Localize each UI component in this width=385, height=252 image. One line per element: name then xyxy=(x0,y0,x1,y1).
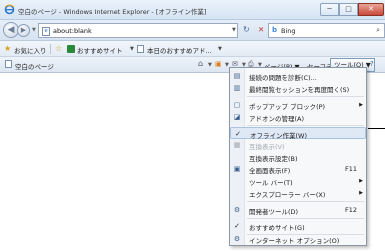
menu-item-compat-view: ▦ 互換表示(V) xyxy=(230,139,366,151)
window-title: 空白のページ - Windows Internet Explorer - [オフ… xyxy=(18,8,207,16)
home-dropdown-icon[interactable]: ▼ xyxy=(208,62,212,68)
fullscreen-icon: ▣ xyxy=(233,165,241,173)
menu-separator xyxy=(247,218,364,219)
ie-logo-icon xyxy=(4,4,15,15)
suggested-sites-dropdown-icon[interactable]: ▼ xyxy=(130,46,134,52)
suggested-sites-icon xyxy=(67,45,75,53)
menu-item-suggested-sites[interactable]: ✓ おすすめサイト(G) xyxy=(230,220,366,232)
submenu-arrow-icon: ▶ xyxy=(359,102,363,108)
menu-separator xyxy=(247,125,364,126)
maximize-button[interactable]: □ xyxy=(339,3,358,16)
close-button[interactable]: ✕ xyxy=(358,3,384,16)
tab-title[interactable]: 空白のページ xyxy=(15,61,54,71)
tab-page-icon xyxy=(5,60,12,68)
menu-item-label: 互換表示設定(B) xyxy=(249,155,298,163)
diagnose-icon: ▤ xyxy=(233,72,241,80)
submenu-arrow-icon: ▶ xyxy=(359,190,363,196)
menu-item-diagnose[interactable]: ▤ 接続の問題を診断(C)... xyxy=(230,70,366,82)
devtools-icon: ⚙ xyxy=(233,206,241,214)
today-addons-link[interactable]: 本日のおすすめアド... xyxy=(147,45,212,55)
address-row: ◀ ▶ ▼ e about:blank ▼ ↻ ✕ b Bing ⌕ xyxy=(0,20,385,41)
popup-icon: ▢ xyxy=(233,101,241,109)
address-field[interactable]: e about:blank xyxy=(38,23,238,38)
refresh-icon[interactable]: ↻ xyxy=(243,25,250,34)
tools-menu: ▤ 接続の問題を診断(C)... ▥ 最終閲覧セッションを再度開く(S) ▢ ポ… xyxy=(229,67,367,246)
title-bar: 空白のページ - Windows Internet Explorer - [オフ… xyxy=(0,0,385,20)
check-icon: ✓ xyxy=(235,130,241,138)
menu-item-label: 最終閲覧セッションを再度開く(S) xyxy=(249,86,350,94)
addon-icon: ◪ xyxy=(233,113,241,121)
menu-item-label: アドオンの管理(A) xyxy=(249,115,305,123)
menu-item-label: 開発者ツール(D) xyxy=(249,208,299,216)
menu-item-label: ツール バー(T) xyxy=(249,179,293,187)
page-icon: e xyxy=(42,27,50,36)
today-page-icon xyxy=(137,45,144,53)
callout-line xyxy=(368,128,385,129)
menu-separator xyxy=(247,201,364,202)
favorites-button[interactable]: お気に入り xyxy=(14,45,47,55)
menu-item-popup-blocker[interactable]: ▢ ポップアップ ブロック(P) ▶ xyxy=(230,99,366,111)
menu-item-dev-tools[interactable]: ⚙ 開発者ツール(D) F12 xyxy=(230,204,366,216)
home-icon[interactable]: ⌂ xyxy=(198,59,203,68)
menu-item-label: エクスプローラー バー(X) xyxy=(249,191,326,199)
menu-item-label: 全画面表示(F) xyxy=(249,167,291,175)
search-provider-label: Bing xyxy=(281,27,296,35)
favorites-bar: ★ お気に入り ☆ おすすめサイト ▼ 本日のおすすめアド... ▼ xyxy=(0,41,385,57)
submenu-arrow-icon: ▶ xyxy=(359,178,363,184)
menu-item-label: おすすめサイト(G) xyxy=(249,224,305,232)
menu-item-fullscreen[interactable]: ▣ 全画面表示(F) F11 xyxy=(230,163,366,175)
feeds-icon[interactable]: ▣ xyxy=(215,60,222,68)
minimize-button[interactable]: ─ xyxy=(320,3,339,16)
magnifier-icon[interactable]: ⌕ xyxy=(376,26,380,35)
menu-separator xyxy=(247,96,364,97)
help-icon[interactable]: ? xyxy=(370,60,374,68)
menu-item-toolbars[interactable]: ツール バー(T) ▶ xyxy=(230,175,366,187)
bing-icon: b xyxy=(272,26,278,34)
menu-item-reopen-session[interactable]: ▥ 最終閲覧セッションを再度開く(S) xyxy=(230,82,366,94)
reopen-icon: ▥ xyxy=(233,84,241,92)
add-favorite-icon[interactable]: ☆ xyxy=(55,44,62,53)
address-dropdown-icon[interactable]: ▼ xyxy=(232,27,236,33)
suggested-sites-button[interactable]: おすすめサイト xyxy=(77,45,123,55)
today-dropdown-icon[interactable]: ▼ xyxy=(218,46,222,52)
address-url[interactable]: about:blank xyxy=(53,27,92,35)
menu-item-label: 互換表示(V) xyxy=(249,143,285,151)
favorites-star-icon[interactable]: ★ xyxy=(4,44,11,53)
menu-item-compat-settings[interactable]: 互換表示設定(B) xyxy=(230,151,366,163)
ie-window: 空白のページ - Windows Internet Explorer - [オフ… xyxy=(0,0,385,252)
menu-item-explorer-bars[interactable]: エクスプローラー バー(X) ▶ xyxy=(230,187,366,199)
menu-item-work-offline[interactable]: ✓ オフライン作業(W) xyxy=(230,127,366,140)
menu-item-internet-options[interactable]: ⚙ インターネット オプション(O) xyxy=(230,233,366,245)
toolbar-separator xyxy=(50,44,51,54)
menu-item-shortcut: F11 xyxy=(344,165,357,173)
options-icon: ⚙ xyxy=(233,235,241,243)
check-icon: ✓ xyxy=(234,222,240,230)
search-field[interactable]: b Bing ⌕ xyxy=(268,23,385,38)
stop-icon[interactable]: ✕ xyxy=(258,25,264,34)
menu-item-manage-addons[interactable]: ◪ アドオンの管理(A) xyxy=(230,111,366,123)
menu-item-shortcut: F12 xyxy=(344,206,357,214)
menu-item-label: 接続の問題を診断(C)... xyxy=(249,74,317,82)
menu-item-label: ポップアップ ブロック(P) xyxy=(249,103,326,111)
menu-item-label: インターネット オプション(O) xyxy=(249,237,340,245)
recent-pages-dropdown[interactable]: ▼ xyxy=(32,27,36,33)
forward-button[interactable]: ▶ xyxy=(17,24,30,37)
compat-icon: ▦ xyxy=(233,141,241,149)
